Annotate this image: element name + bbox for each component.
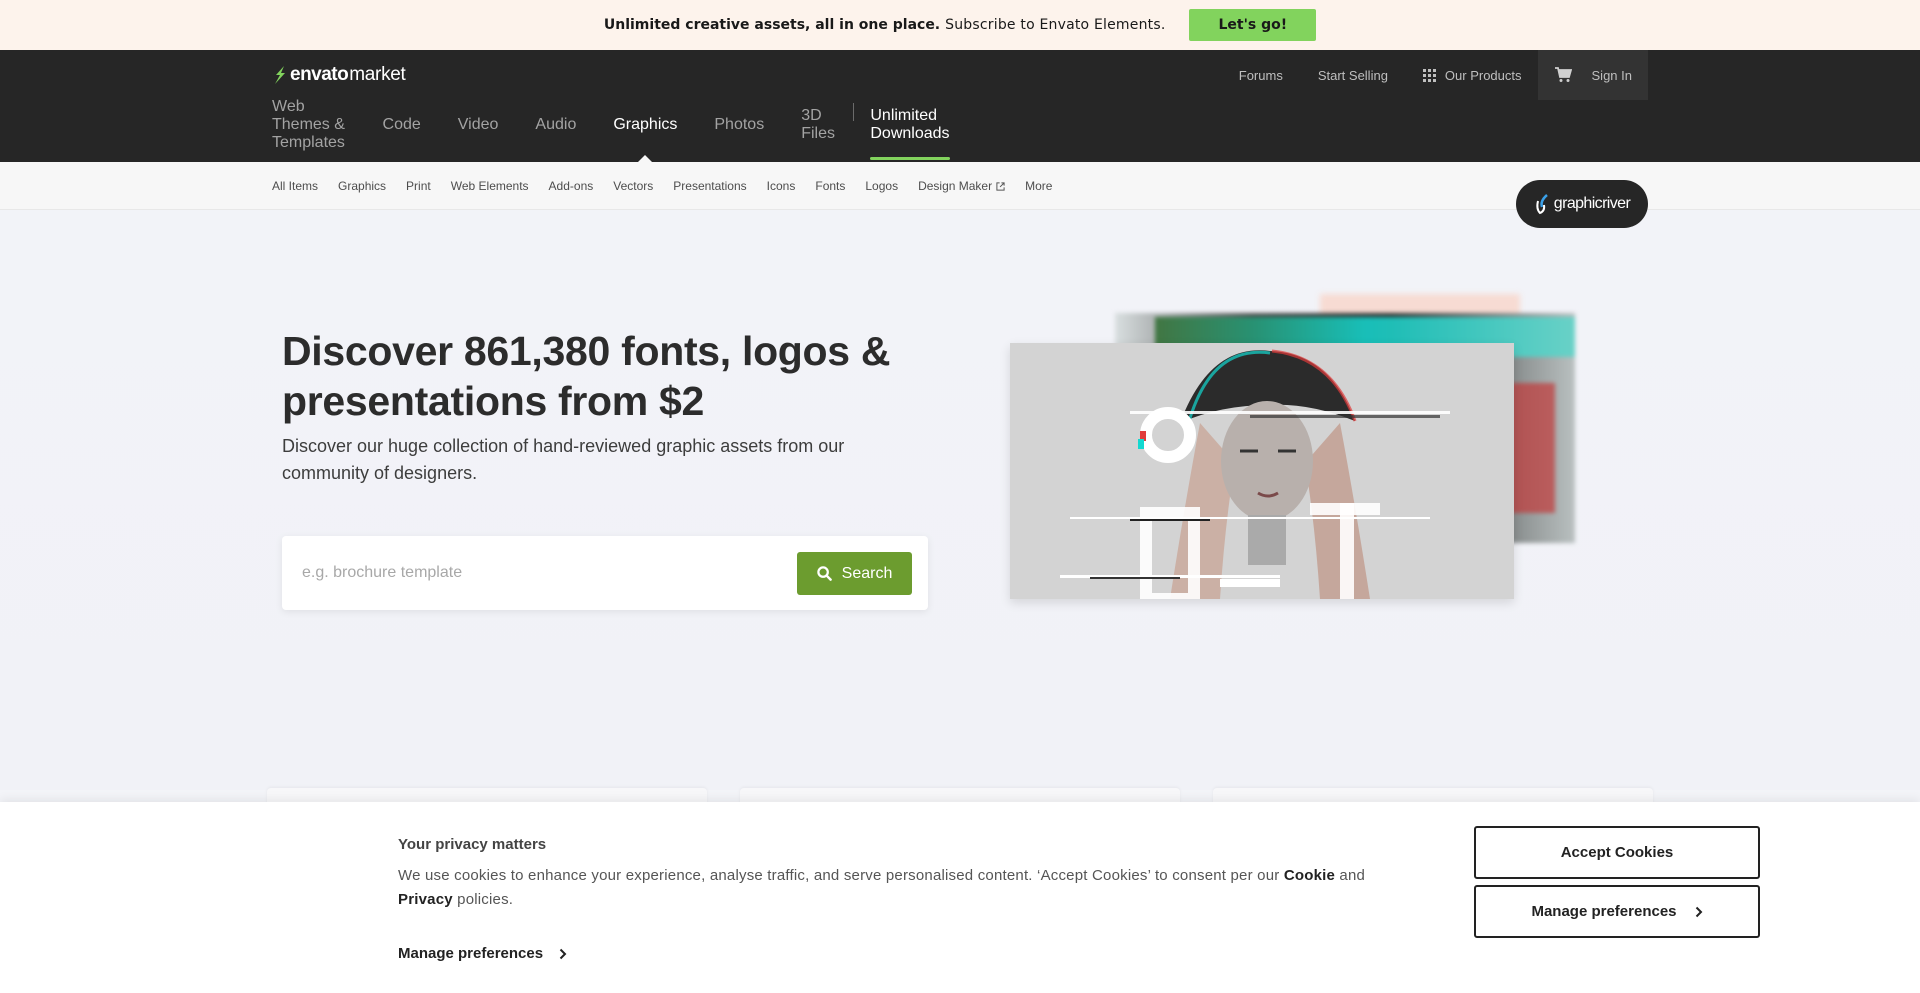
manage-preferences-link[interactable]: Manage preferences: [398, 945, 567, 962]
search-button-label: Search: [841, 564, 893, 582]
subnav-design-maker[interactable]: Design Maker: [918, 179, 1005, 193]
subnav-vectors[interactable]: Vectors: [613, 179, 653, 193]
start-selling-link[interactable]: Start Selling: [1318, 68, 1388, 83]
promo-banner: Unlimited creative assets, all in one pl…: [0, 0, 1920, 50]
grid-icon: [1422, 68, 1436, 82]
subnav-fonts[interactable]: Fonts: [815, 179, 845, 193]
hero-title: Discover 861,380 fonts, logos & presenta…: [282, 328, 891, 424]
graphicriver-badge[interactable]: graphicriver: [1516, 180, 1648, 228]
subnav-logos[interactable]: Logos: [865, 179, 898, 193]
promo-bold-text: Unlimited creative assets, all in one pl…: [603, 17, 941, 33]
our-products-label: Our Products: [1444, 67, 1522, 83]
subnav-more[interactable]: More: [1025, 179, 1052, 193]
hero-artwork: [1010, 288, 1620, 608]
accept-cookies-button[interactable]: Accept Cookies: [1474, 826, 1760, 879]
cookie-message-end: policies.: [457, 891, 514, 908]
search-button[interactable]: Search: [797, 552, 912, 595]
chevron-right-icon: [1695, 906, 1702, 917]
subnav-icons[interactable]: Icons: [767, 179, 796, 193]
hero-section: Discover 861,380 fonts, logos & presenta…: [0, 210, 1920, 828]
forums-link[interactable]: Forums: [1239, 68, 1283, 83]
manage-preferences-button-label: Manage preferences: [1531, 903, 1677, 920]
search-icon: [816, 566, 832, 581]
top-nav: Forums Start Selling Our Products Sign I…: [1204, 50, 1648, 100]
nav-photos[interactable]: Photos: [714, 100, 764, 162]
manage-preferences-button[interactable]: Manage preferences: [1474, 885, 1760, 938]
search-input[interactable]: [302, 556, 782, 590]
site-header: envato market Forums Start Selling Our P…: [0, 50, 1920, 228]
subnav-print[interactable]: Print: [406, 179, 431, 193]
promo-sub-text: Subscribe to Envato Elements.: [945, 17, 1166, 33]
nav-3d-files[interactable]: 3D Files: [801, 100, 835, 162]
nav-code[interactable]: Code: [383, 100, 421, 162]
subnav-presentations[interactable]: Presentations: [673, 179, 746, 193]
cart-signin-box: Sign In: [1537, 50, 1648, 100]
sign-in-link[interactable]: Sign In: [1592, 68, 1632, 83]
nav-unlimited-downloads[interactable]: Unlimited Downloads: [870, 100, 950, 162]
cookie-title: Your privacy matters: [398, 836, 547, 853]
nav-web-themes[interactable]: Web Themes & Templates: [272, 98, 346, 162]
subnav-all-items[interactable]: All Items: [272, 179, 318, 193]
nav-graphics[interactable]: Graphics: [613, 100, 677, 162]
cookie-banner: Your privacy matters We use cookies to e…: [0, 802, 1920, 993]
cart-icon[interactable]: [1554, 67, 1572, 83]
chevron-right-icon: [559, 948, 567, 959]
nav-audio[interactable]: Audio: [535, 100, 576, 162]
promo-cta-button[interactable]: Let's go!: [1189, 9, 1317, 41]
subnav-add-ons[interactable]: Add-ons: [549, 179, 594, 193]
design-maker-label: Design Maker: [918, 179, 993, 193]
graphicriver-label: graphicriver: [1553, 195, 1631, 212]
subnav-graphics[interactable]: Graphics: [338, 179, 386, 193]
our-products-link[interactable]: Our Products: [1422, 67, 1522, 83]
external-link-icon: [996, 181, 1005, 191]
cookie-policy-link[interactable]: Cookie: [1284, 867, 1335, 884]
cookie-message-start: We use cookies to enhance your experienc…: [398, 867, 1280, 884]
graphicriver-icon: [1536, 194, 1548, 215]
manage-preferences-link-label: Manage preferences: [398, 945, 544, 962]
privacy-policy-link[interactable]: Privacy: [398, 891, 453, 908]
nav-video[interactable]: Video: [458, 100, 499, 162]
hero-description: Discover our huge collection of hand-rev…: [282, 436, 845, 483]
subnav-web-elements[interactable]: Web Elements: [451, 179, 529, 193]
cookie-message: We use cookies to enhance your experienc…: [398, 864, 1408, 912]
hero-art-glitch-portrait: [1010, 343, 1514, 599]
cookie-message-and: and: [1339, 867, 1366, 884]
search-box: Search: [282, 536, 928, 610]
